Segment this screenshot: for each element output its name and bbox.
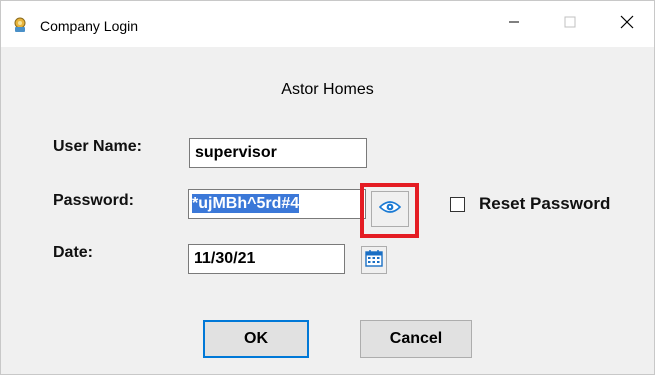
username-value: supervisor xyxy=(195,144,277,161)
minimize-button[interactable] xyxy=(491,1,537,47)
close-icon xyxy=(620,15,634,34)
username-label: User Name: xyxy=(53,138,142,155)
highlight-box xyxy=(360,183,419,238)
calendar-button[interactable] xyxy=(361,246,387,274)
password-value: *ujMBh^5rd#4 xyxy=(192,194,300,213)
company-name: Astor Homes xyxy=(281,81,374,98)
app-icon xyxy=(12,17,28,33)
reset-password-label: Reset Password xyxy=(479,194,611,213)
date-value: 11/30/21 xyxy=(194,250,256,267)
maximize-icon xyxy=(564,15,576,33)
title-bar[interactable]: Company Login xyxy=(1,1,654,47)
reset-password-checkbox[interactable] xyxy=(450,197,465,212)
cancel-button[interactable]: Cancel xyxy=(360,320,472,358)
date-label: Date: xyxy=(53,244,94,261)
date-field[interactable]: 11/30/21 xyxy=(188,244,345,274)
password-field[interactable]: *ujMBh^5rd#4 xyxy=(188,189,366,219)
minimize-icon xyxy=(508,15,520,33)
calendar-icon xyxy=(365,249,383,272)
username-field[interactable]: supervisor xyxy=(189,138,367,168)
window-title: Company Login xyxy=(40,18,139,34)
password-label: Password: xyxy=(53,192,134,209)
ok-button[interactable]: OK xyxy=(203,320,309,358)
close-button[interactable] xyxy=(604,1,650,47)
login-dialog: Company Login Astor Homes User Name: sup… xyxy=(0,0,655,375)
maximize-button[interactable] xyxy=(547,1,593,47)
